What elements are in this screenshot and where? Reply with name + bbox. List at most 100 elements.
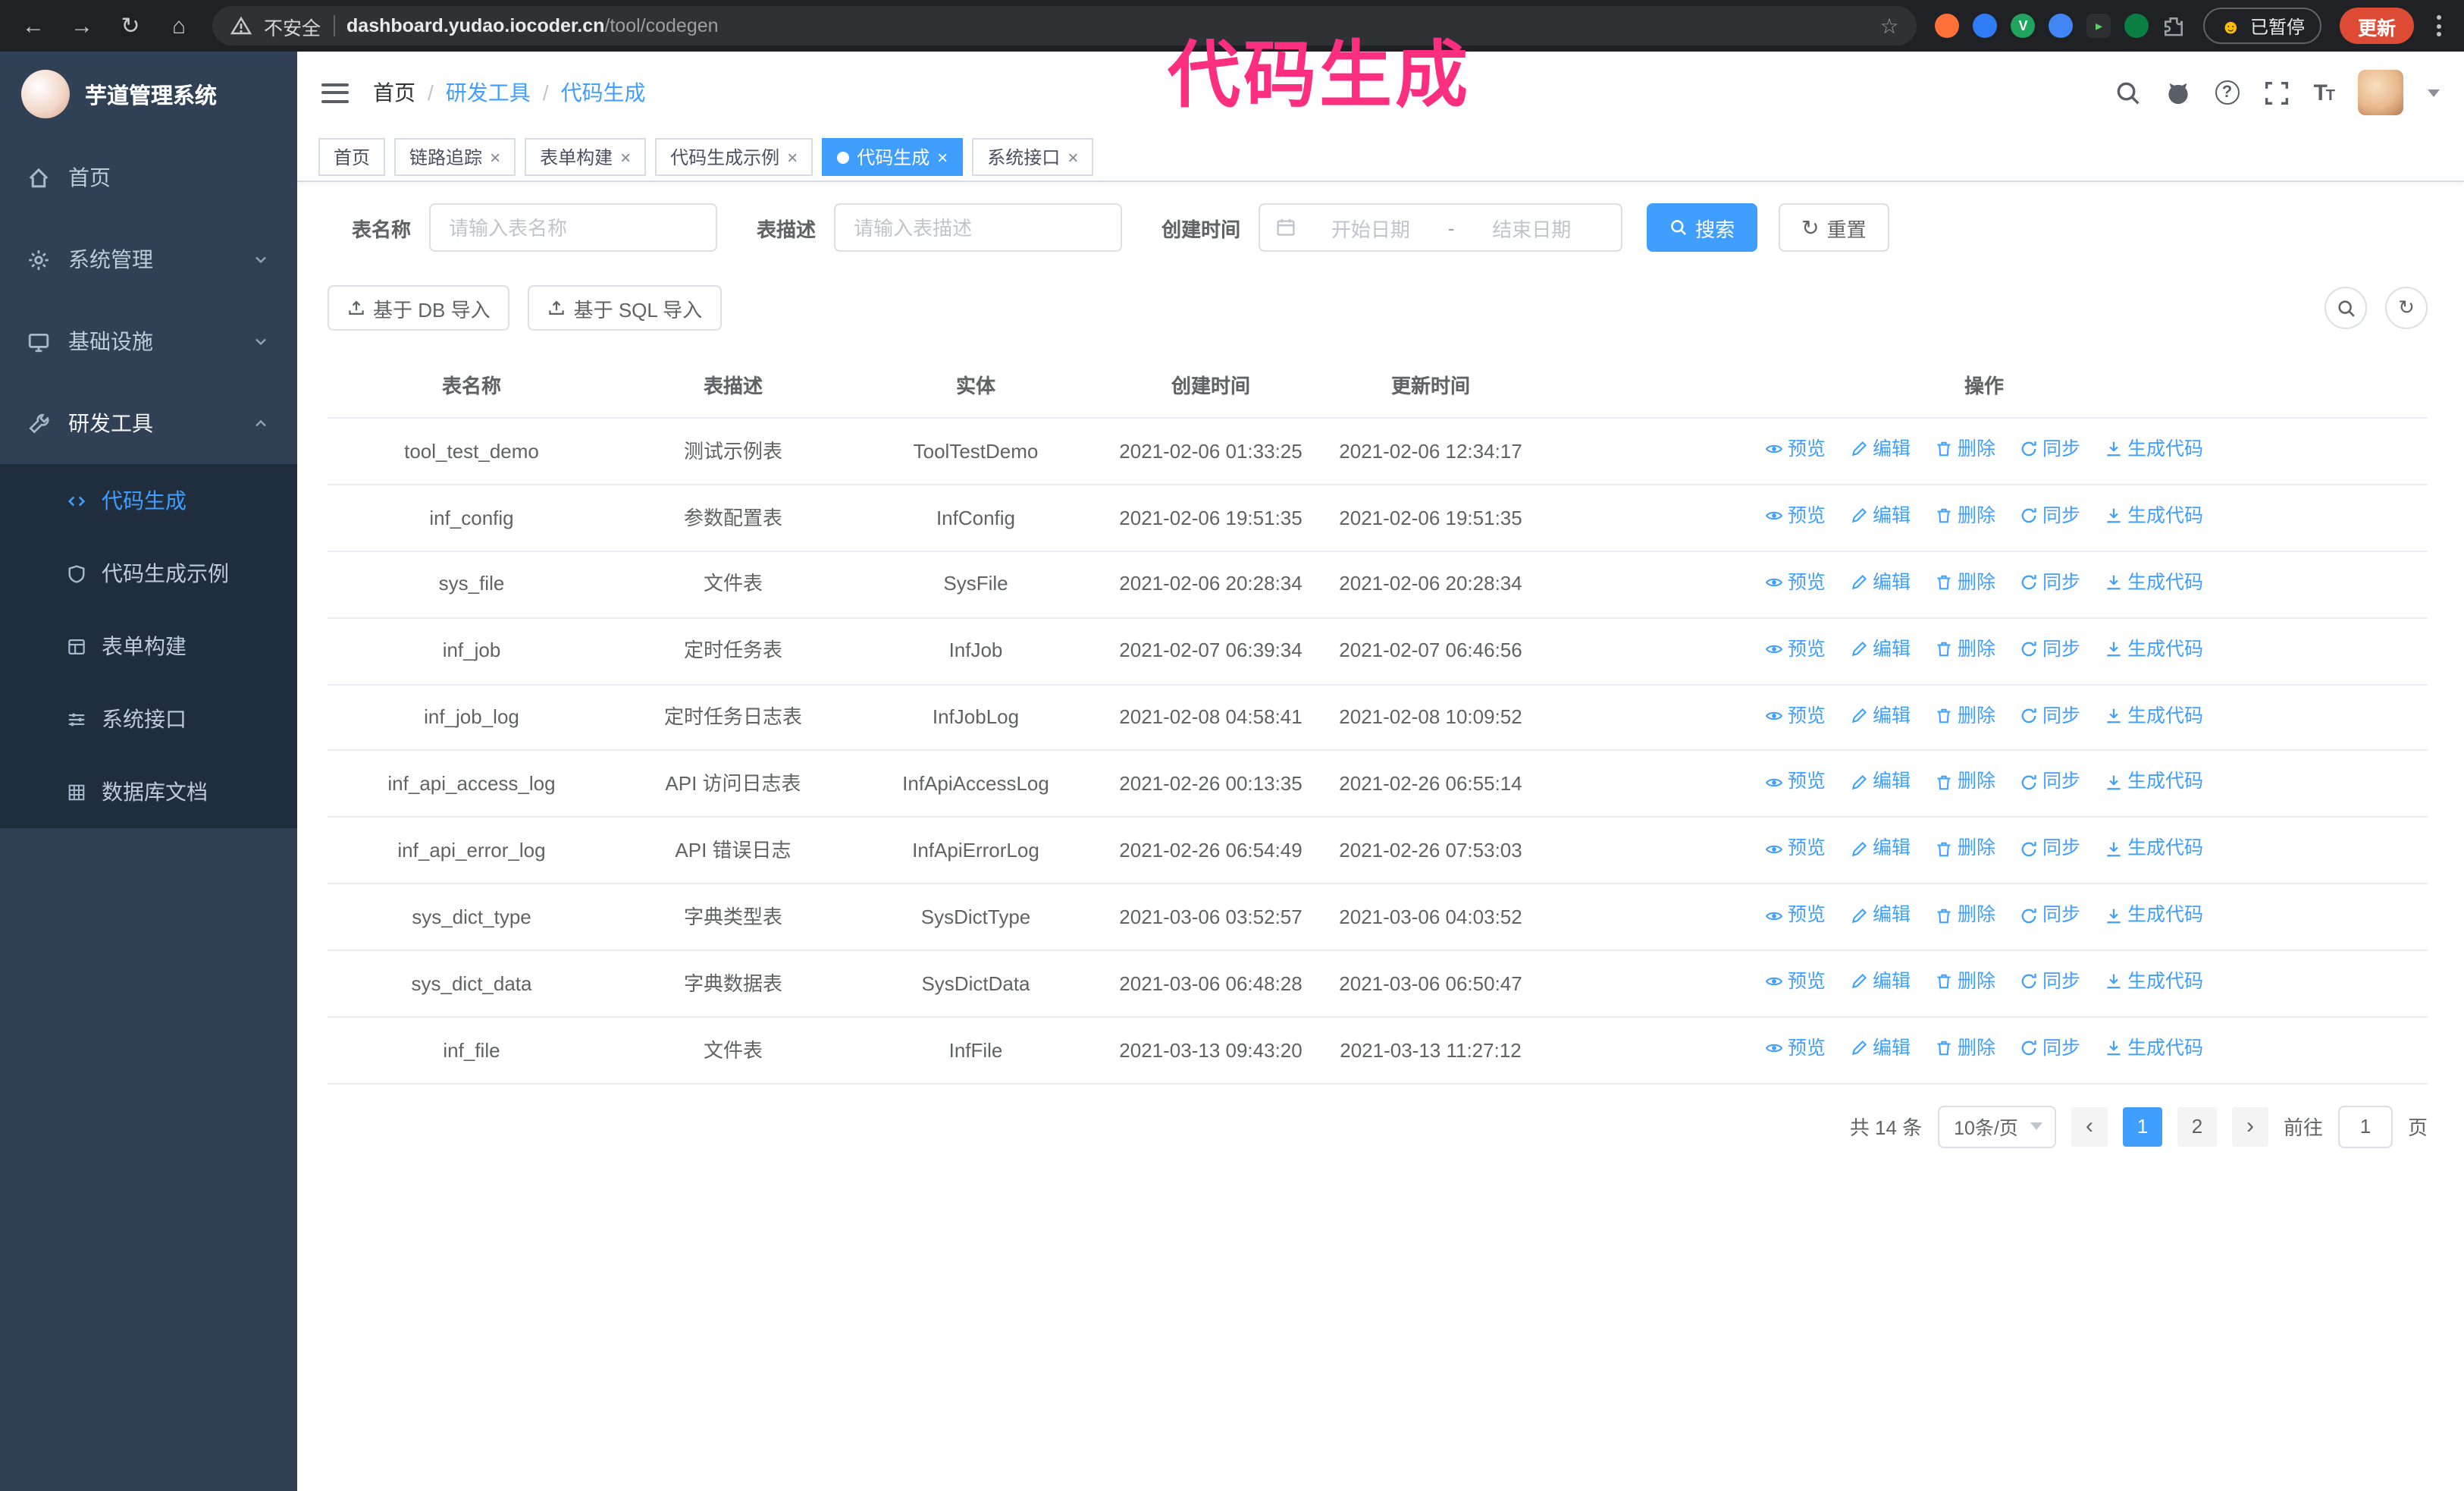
sync-link[interactable]: 同步 [2020, 1034, 2080, 1063]
generate-code-link[interactable]: 生成代码 [2105, 502, 2203, 531]
sync-link[interactable]: 同步 [2020, 569, 2080, 598]
delete-link[interactable]: 删除 [1935, 901, 1995, 930]
preview-link[interactable]: 预览 [1765, 968, 1826, 997]
update-button[interactable]: 更新 [2339, 8, 2414, 44]
page-button-2[interactable]: 2 [2177, 1106, 2217, 1147]
table-desc-input[interactable] [834, 203, 1123, 252]
next-page-button[interactable]: › [2231, 1106, 2268, 1147]
tab-home[interactable]: 首页 [318, 138, 386, 176]
generate-code-link[interactable]: 生成代码 [2105, 1034, 2203, 1063]
generate-code-link[interactable]: 生成代码 [2105, 901, 2203, 930]
reload-icon[interactable]: ↻ [115, 12, 146, 39]
tab-tracing[interactable]: 链路追踪 × [394, 138, 516, 176]
edit-link[interactable]: 编辑 [1850, 968, 1911, 997]
sync-link[interactable]: 同步 [2020, 768, 2080, 797]
preview-link[interactable]: 预览 [1765, 502, 1826, 531]
date-range-picker[interactable]: 开始日期 - 结束日期 [1259, 203, 1623, 252]
preview-link[interactable]: 预览 [1765, 835, 1826, 864]
tab-codegen-example[interactable]: 代码生成示例 × [655, 138, 813, 176]
sidebar-item-db-doc[interactable]: 数据库文档 [0, 755, 297, 828]
extensions-puzzle-icon[interactable] [2163, 14, 2186, 37]
prev-page-button[interactable]: ‹ [2071, 1106, 2108, 1147]
bookmark-star-icon[interactable]: ☆ [1879, 13, 1898, 39]
back-icon[interactable]: ← [18, 13, 49, 39]
extension-icon[interactable]: V [2011, 14, 2036, 38]
delete-link[interactable]: 删除 [1935, 435, 1995, 464]
sidebar-item-codegen-example[interactable]: 代码生成示例 [0, 537, 297, 610]
generate-code-link[interactable]: 生成代码 [2105, 635, 2203, 664]
sync-link[interactable]: 同步 [2020, 835, 2080, 864]
delete-link[interactable]: 删除 [1935, 702, 1995, 730]
edit-link[interactable]: 编辑 [1850, 702, 1911, 730]
edit-link[interactable]: 编辑 [1850, 569, 1911, 598]
tab-system-api[interactable]: 系统接口 × [972, 138, 1094, 176]
address-bar[interactable]: 不安全 dashboard.yudao.iocoder.cn/tool/code… [212, 6, 1917, 46]
goto-page-input[interactable] [2337, 1105, 2393, 1148]
search-button[interactable]: 搜索 [1647, 203, 1758, 252]
delete-link[interactable]: 删除 [1935, 768, 1995, 797]
page-button-1[interactable]: 1 [2122, 1106, 2162, 1147]
search-icon[interactable] [2114, 80, 2140, 105]
sidebar-item-home[interactable]: 首页 [0, 137, 297, 218]
import-sql-button[interactable]: 基于 SQL 导入 [528, 285, 723, 331]
import-db-button[interactable]: 基于 DB 导入 [328, 285, 510, 331]
edit-link[interactable]: 编辑 [1850, 435, 1911, 464]
fullscreen-icon[interactable] [2263, 80, 2289, 105]
generate-code-link[interactable]: 生成代码 [2105, 569, 2203, 598]
chevron-down-icon[interactable] [2428, 89, 2440, 96]
help-icon[interactable]: ? [2215, 80, 2240, 105]
extension-icon[interactable] [2124, 14, 2149, 38]
sync-link[interactable]: 同步 [2020, 435, 2080, 464]
sync-link[interactable]: 同步 [2020, 502, 2080, 531]
sync-link[interactable]: 同步 [2020, 901, 2080, 930]
table-name-input[interactable] [429, 203, 718, 252]
tab-codegen[interactable]: 代码生成 × [822, 138, 964, 176]
extension-icon[interactable] [1973, 14, 1998, 38]
extension-icon[interactable]: ▸ [2086, 14, 2111, 38]
preview-link[interactable]: 预览 [1765, 901, 1826, 930]
edit-link[interactable]: 编辑 [1850, 1034, 1911, 1063]
sync-link[interactable]: 同步 [2020, 702, 2080, 730]
delete-link[interactable]: 删除 [1935, 635, 1995, 664]
preview-link[interactable]: 预览 [1765, 768, 1826, 797]
sidebar-item-form-builder[interactable]: 表单构建 [0, 610, 297, 683]
edit-link[interactable]: 编辑 [1850, 502, 1911, 531]
tab-close-icon[interactable]: × [490, 146, 500, 168]
profile-chip[interactable]: ☻ 已暂停 [2203, 8, 2321, 44]
preview-link[interactable]: 预览 [1765, 635, 1826, 664]
sidebar-item-devtools[interactable]: 研发工具 [0, 382, 297, 464]
breadcrumb-item[interactable]: 首页 [373, 77, 415, 108]
toggle-search-button[interactable] [2324, 287, 2367, 329]
delete-link[interactable]: 删除 [1935, 502, 1995, 531]
tab-close-icon[interactable]: × [787, 146, 798, 168]
generate-code-link[interactable]: 生成代码 [2105, 768, 2203, 797]
generate-code-link[interactable]: 生成代码 [2105, 702, 2203, 730]
github-icon[interactable] [2165, 80, 2190, 105]
sidebar-item-system-api[interactable]: 系统接口 [0, 683, 297, 755]
forward-icon[interactable]: → [67, 13, 97, 39]
sync-link[interactable]: 同步 [2020, 968, 2080, 997]
preview-link[interactable]: 预览 [1765, 1034, 1826, 1063]
sidebar-item-codegen[interactable]: 代码生成 [0, 464, 297, 537]
refresh-button[interactable]: ↻ [2385, 287, 2428, 329]
edit-link[interactable]: 编辑 [1850, 635, 1911, 664]
tab-close-icon[interactable]: × [937, 146, 948, 168]
tab-close-icon[interactable]: × [620, 146, 631, 168]
reset-button[interactable]: ↻ 重置 [1779, 203, 1889, 252]
home-icon[interactable]: ⌂ [164, 13, 194, 39]
extension-icon[interactable] [1935, 14, 1960, 38]
avatar[interactable] [2358, 70, 2403, 115]
breadcrumb-item[interactable]: 代码生成 [561, 77, 646, 108]
edit-link[interactable]: 编辑 [1850, 768, 1911, 797]
tab-close-icon[interactable]: × [1067, 146, 1078, 168]
sidebar-item-infra[interactable]: 基础设施 [0, 300, 297, 382]
menu-kebab-icon[interactable] [2432, 15, 2446, 36]
delete-link[interactable]: 删除 [1935, 569, 1995, 598]
sidebar-item-system[interactable]: 系统管理 [0, 218, 297, 300]
generate-code-link[interactable]: 生成代码 [2105, 968, 2203, 997]
delete-link[interactable]: 删除 [1935, 835, 1995, 864]
delete-link[interactable]: 删除 [1935, 1034, 1995, 1063]
extension-icon[interactable] [2049, 14, 2074, 38]
hamburger-icon[interactable] [321, 83, 349, 102]
delete-link[interactable]: 删除 [1935, 968, 1995, 997]
